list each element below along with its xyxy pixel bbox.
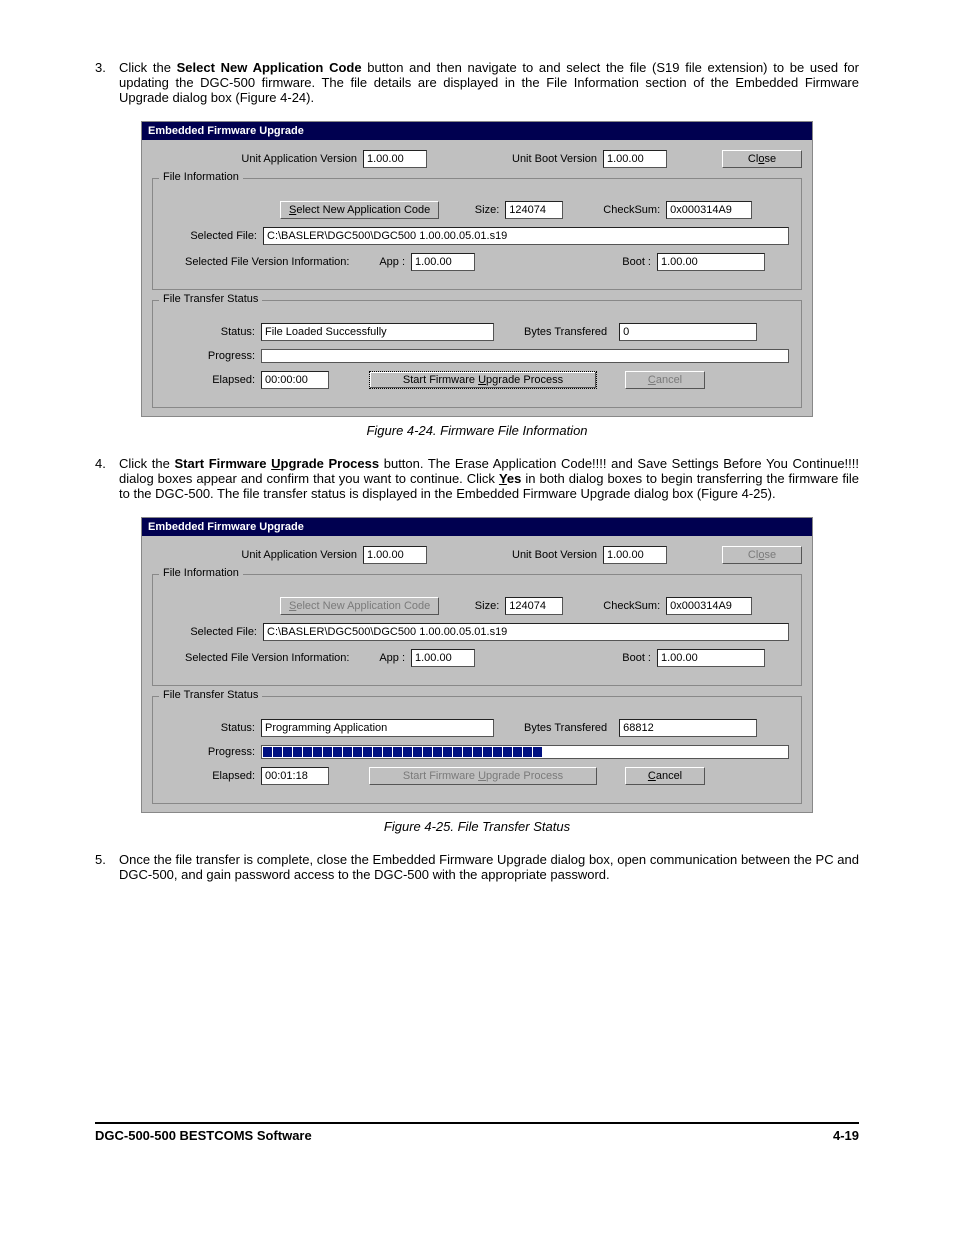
bytes-label: Bytes Transfered	[524, 722, 613, 734]
elapsed-label: Elapsed:	[165, 374, 261, 386]
status-field: File Loaded Successfully	[261, 323, 494, 341]
select-new-application-code-button: Select New Application Code	[280, 597, 439, 615]
close-button[interactable]: Close	[722, 150, 802, 168]
cancel-button[interactable]: Cancel	[625, 767, 705, 785]
file-boot-field: 1.00.00	[657, 253, 765, 271]
group-title: File Information	[159, 567, 243, 579]
progress-label: Progress:	[165, 746, 261, 758]
file-app-field: 1.00.00	[411, 253, 475, 271]
selected-file-field: C:\BASLER\DGC500\DGC500 1.00.00.05.01.s1…	[263, 623, 789, 641]
footer-left: DGC-500-500 BESTCOMS Software	[95, 1128, 312, 1143]
size-label: Size:	[469, 600, 505, 612]
dialog-title: Embedded Firmware Upgrade	[142, 518, 812, 536]
start-upgrade-button: Start Firmware Upgrade Process	[369, 767, 597, 785]
unit-app-version-label: Unit Application Version	[152, 549, 363, 561]
status-label: Status:	[165, 722, 261, 734]
page-footer: DGC-500-500 BESTCOMS Software 4-19	[95, 1122, 859, 1143]
app-label: App :	[371, 652, 411, 664]
progress-bar	[261, 349, 789, 363]
checksum-label: CheckSum:	[603, 600, 666, 612]
step-text: Click the Select New Application Code bu…	[119, 60, 859, 105]
elapsed-label: Elapsed:	[165, 770, 261, 782]
step-3: 3. Click the Select New Application Code…	[95, 60, 859, 105]
bytes-field: 68812	[619, 719, 757, 737]
file-information-group: File Information Select New Application …	[152, 178, 802, 290]
file-transfer-status-group: File Transfer Status Status: Programming…	[152, 696, 802, 804]
group-title: File Transfer Status	[159, 293, 262, 305]
status-field: Programming Application	[261, 719, 494, 737]
sel-ver-info-label: Selected File Version Information:	[165, 256, 371, 268]
cancel-button: Cancel	[625, 371, 705, 389]
unit-boot-version-label: Unit Boot Version	[507, 549, 603, 561]
selected-file-label: Selected File:	[165, 626, 263, 638]
dialog-title: Embedded Firmware Upgrade	[142, 122, 812, 140]
size-field: 124074	[505, 201, 563, 219]
bytes-label: Bytes Transfered	[524, 326, 613, 338]
boot-label: Boot :	[615, 256, 657, 268]
size-label: Size:	[469, 204, 505, 216]
status-label: Status:	[165, 326, 261, 338]
unit-boot-version-label: Unit Boot Version	[507, 153, 603, 165]
step-5: 5. Once the file transfer is complete, c…	[95, 852, 859, 882]
step-number: 5.	[95, 852, 119, 882]
group-title: File Transfer Status	[159, 689, 262, 701]
progress-bar	[261, 745, 789, 759]
size-field: 124074	[505, 597, 563, 615]
group-title: File Information	[159, 171, 243, 183]
firmware-upgrade-dialog-1: Embedded Firmware Upgrade Unit Applicati…	[141, 121, 813, 417]
figure-caption-1: Figure 4-24. Firmware File Information	[95, 423, 859, 438]
selected-file-field: C:\BASLER\DGC500\DGC500 1.00.00.05.01.s1…	[263, 227, 789, 245]
elapsed-field: 00:01:18	[261, 767, 329, 785]
footer-right: 4-19	[833, 1128, 859, 1143]
file-boot-field: 1.00.00	[657, 649, 765, 667]
step-text: Once the file transfer is complete, clos…	[119, 852, 859, 882]
checksum-label: CheckSum:	[603, 204, 666, 216]
start-upgrade-button[interactable]: Start Firmware Upgrade Process	[369, 371, 597, 389]
unit-app-version-label: Unit Application Version	[152, 153, 363, 165]
step-4: 4. Click the Start Firmware Upgrade Proc…	[95, 456, 859, 501]
elapsed-field: 00:00:00	[261, 371, 329, 389]
step-number: 3.	[95, 60, 119, 105]
close-button: Close	[722, 546, 802, 564]
unit-app-version-field: 1.00.00	[363, 546, 427, 564]
selected-file-label: Selected File:	[165, 230, 263, 242]
step-number: 4.	[95, 456, 119, 501]
unit-app-version-field: 1.00.00	[363, 150, 427, 168]
unit-boot-version-field: 1.00.00	[603, 546, 667, 564]
file-app-field: 1.00.00	[411, 649, 475, 667]
progress-label: Progress:	[165, 350, 261, 362]
app-label: App :	[371, 256, 411, 268]
figure-caption-2: Figure 4-25. File Transfer Status	[95, 819, 859, 834]
bytes-field: 0	[619, 323, 757, 341]
step-text: Click the Start Firmware Upgrade Process…	[119, 456, 859, 501]
firmware-upgrade-dialog-2: Embedded Firmware Upgrade Unit Applicati…	[141, 517, 813, 813]
select-new-application-code-button[interactable]: Select New Application Code	[280, 201, 439, 219]
boot-label: Boot :	[615, 652, 657, 664]
checksum-field: 0x000314A9	[666, 201, 752, 219]
sel-ver-info-label: Selected File Version Information:	[165, 652, 371, 664]
unit-boot-version-field: 1.00.00	[603, 150, 667, 168]
checksum-field: 0x000314A9	[666, 597, 752, 615]
file-information-group: File Information Select New Application …	[152, 574, 802, 686]
file-transfer-status-group: File Transfer Status Status: File Loaded…	[152, 300, 802, 408]
